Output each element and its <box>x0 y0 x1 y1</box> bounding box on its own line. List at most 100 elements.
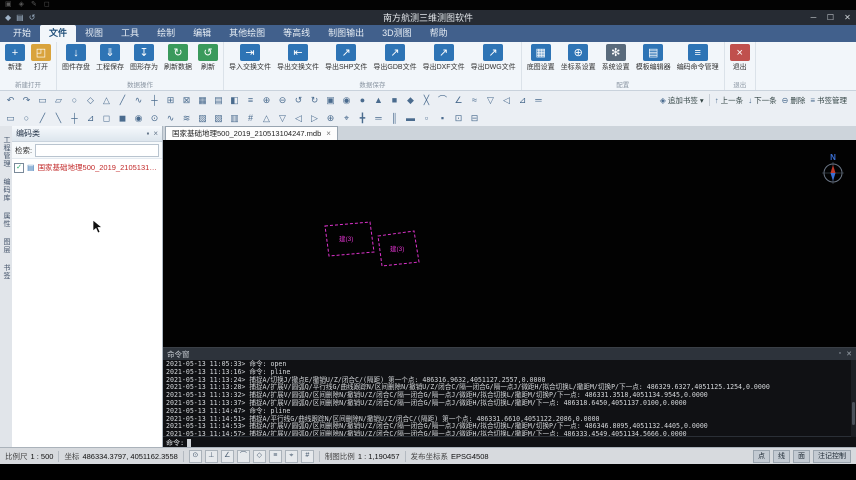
ribbon-button[interactable]: ↺刷新 <box>195 43 221 73</box>
ribbon-button[interactable]: ↓图件存盘 <box>59 43 93 73</box>
close-button[interactable]: ✕ <box>839 10 856 25</box>
tab-close-icon[interactable]: × <box>326 129 331 138</box>
prev-bookmark-button[interactable]: ↑ 上一条 <box>715 95 744 106</box>
tool-icon[interactable]: ⊞ <box>163 93 178 107</box>
tool-icon[interactable]: ▤ <box>211 93 226 107</box>
tool-icon[interactable]: ⌒ <box>435 93 450 107</box>
tool-icon[interactable]: ⊖ <box>275 93 290 107</box>
tool-icon[interactable]: ⊿ <box>83 111 98 125</box>
pin-icon[interactable]: ▪ <box>146 129 149 138</box>
snap-toggle-icon[interactable]: ◇ <box>253 450 266 463</box>
snap-toggle-icon[interactable]: ⌖ <box>285 450 298 463</box>
sidebar-vertical-tab[interactable]: 编码库 <box>1 178 11 202</box>
menu-tab-2[interactable]: 文件 <box>40 25 76 42</box>
ribbon-button[interactable]: ↗导出DXF文件 <box>420 43 468 73</box>
tool-icon[interactable]: ▲ <box>371 93 386 107</box>
tool-icon[interactable]: ╱ <box>35 111 50 125</box>
snap-toggle-icon[interactable]: ⊥ <box>205 450 218 463</box>
ribbon-button[interactable]: ⇤导出交换文件 <box>274 43 322 73</box>
tool-icon[interactable]: ▬ <box>403 111 418 125</box>
tool-icon[interactable]: ◇ <box>83 93 98 107</box>
ribbon-button[interactable]: ⇓工程保存 <box>93 43 127 73</box>
menu-tab-9[interactable]: 制图输出 <box>319 25 373 42</box>
sidebar-vertical-tab[interactable]: 工程管理 <box>1 136 11 168</box>
layer-toggle-button[interactable]: 线 <box>773 450 790 463</box>
tool-icon[interactable]: ↷ <box>19 93 34 107</box>
tool-icon[interactable]: ■ <box>387 93 402 107</box>
tool-icon[interactable]: ▽ <box>275 111 290 125</box>
sidebar-vertical-tab[interactable]: 属性 <box>1 212 11 228</box>
command-close-icon[interactable]: ✕ <box>846 350 852 358</box>
delete-bookmark-button[interactable]: ⊖ 删除 <box>782 95 806 106</box>
tool-icon[interactable]: ↻ <box>307 93 322 107</box>
tool-icon[interactable]: ═ <box>371 111 386 125</box>
tool-icon[interactable]: ∠ <box>451 93 466 107</box>
checkbox-icon[interactable]: ✓ <box>14 163 24 173</box>
ribbon-button[interactable]: ◰打开 <box>28 43 54 73</box>
tool-icon[interactable]: ⊟ <box>467 111 482 125</box>
tool-icon[interactable]: ╋ <box>355 111 370 125</box>
tool-icon[interactable]: ◻ <box>99 111 114 125</box>
menu-tab-1[interactable]: 开始 <box>4 25 40 42</box>
tool-icon[interactable]: ╱ <box>115 93 130 107</box>
tool-icon[interactable]: ▫ <box>419 111 434 125</box>
tool-icon[interactable]: ▧ <box>211 111 226 125</box>
tool-icon[interactable]: ≡ <box>243 93 258 107</box>
ribbon-button[interactable]: ≡编码命令管理 <box>674 43 722 73</box>
tool-icon[interactable]: ◉ <box>339 93 354 107</box>
ribbon-button[interactable]: ↧图形存为 <box>127 43 161 73</box>
tool-icon[interactable]: ◼ <box>115 111 130 125</box>
compass-icon[interactable]: N <box>819 152 847 186</box>
tool-icon[interactable]: ⊕ <box>259 93 274 107</box>
tool-icon[interactable]: ⌖ <box>339 111 354 125</box>
command-scrollbar[interactable] <box>851 360 856 437</box>
minimize-button[interactable]: ─ <box>805 10 822 25</box>
tool-icon[interactable]: # <box>243 111 258 125</box>
tool-icon[interactable]: ↶ <box>3 93 18 107</box>
tool-icon[interactable]: ∿ <box>163 111 178 125</box>
tool-icon[interactable]: ▽ <box>483 93 498 107</box>
tool-icon[interactable]: ◉ <box>131 111 146 125</box>
tool-icon[interactable]: ◁ <box>291 111 306 125</box>
tool-icon[interactable]: ╲ <box>51 111 66 125</box>
snap-toggle-icon[interactable]: ⊙ <box>189 450 202 463</box>
menu-tab-5[interactable]: 绘制 <box>148 25 184 42</box>
menu-tab-8[interactable]: 等高线 <box>274 25 319 42</box>
menu-tab-11[interactable]: 帮助 <box>421 25 457 42</box>
tool-icon[interactable]: ║ <box>387 111 402 125</box>
tool-icon[interactable]: ⊙ <box>147 111 162 125</box>
layer-toggle-button[interactable]: 注记控制 <box>813 450 851 463</box>
menu-tab-7[interactable]: 其他绘图 <box>220 25 274 42</box>
layer-toggle-button[interactable]: 点 <box>753 450 770 463</box>
tool-icon[interactable]: ↺ <box>291 93 306 107</box>
ribbon-button[interactable]: ↗导出SHP文件 <box>322 43 370 73</box>
ribbon-button[interactable]: ⊕坐标系设置 <box>558 43 599 73</box>
menu-tab-6[interactable]: 编辑 <box>184 25 220 42</box>
tool-icon[interactable]: ● <box>355 93 370 107</box>
snap-toggle-icon[interactable]: # <box>301 450 314 463</box>
add-bookmark-button[interactable]: ◈ 追加书签 ▾ <box>660 95 704 106</box>
tool-icon[interactable]: ⊿ <box>515 93 530 107</box>
menu-tab-3[interactable]: 视图 <box>76 25 112 42</box>
ribbon-button[interactable]: ✻系统设置 <box>599 43 633 73</box>
tool-icon[interactable]: ▣ <box>323 93 338 107</box>
tool-icon[interactable]: ◧ <box>227 93 242 107</box>
tool-icon[interactable]: ○ <box>67 93 82 107</box>
ribbon-button[interactable]: ▦底图设置 <box>524 43 558 73</box>
panel-close-icon[interactable]: × <box>153 129 158 138</box>
tool-icon[interactable]: ▦ <box>195 93 210 107</box>
document-tab[interactable]: 国家基础地理500_2019_210513104247.mdb × <box>165 126 338 140</box>
scale-value[interactable]: 1 : 500 <box>31 452 54 461</box>
ribbon-button[interactable]: ×退出 <box>727 43 753 73</box>
ribbon-button[interactable]: ↗导出DWG文件 <box>468 43 519 73</box>
tool-icon[interactable]: ⊠ <box>179 93 194 107</box>
sidebar-vertical-tab[interactable]: 书签 <box>1 264 11 280</box>
command-pin-icon[interactable]: ▫ <box>839 350 841 358</box>
tree-item[interactable]: ✓▤国家基础地理500_2019_210513104247.mdb (.. <box>14 162 160 173</box>
tool-icon[interactable]: ≈ <box>467 93 482 107</box>
tool-icon[interactable]: ▥ <box>227 111 242 125</box>
ribbon-button[interactable]: ↻刷新数据 <box>161 43 195 73</box>
manage-bookmark-button[interactable]: ≡ 书签管理 <box>810 95 847 106</box>
save-quick-icon[interactable]: ▤ <box>16 13 24 22</box>
crs-value[interactable]: EPSG4508 <box>451 452 489 461</box>
